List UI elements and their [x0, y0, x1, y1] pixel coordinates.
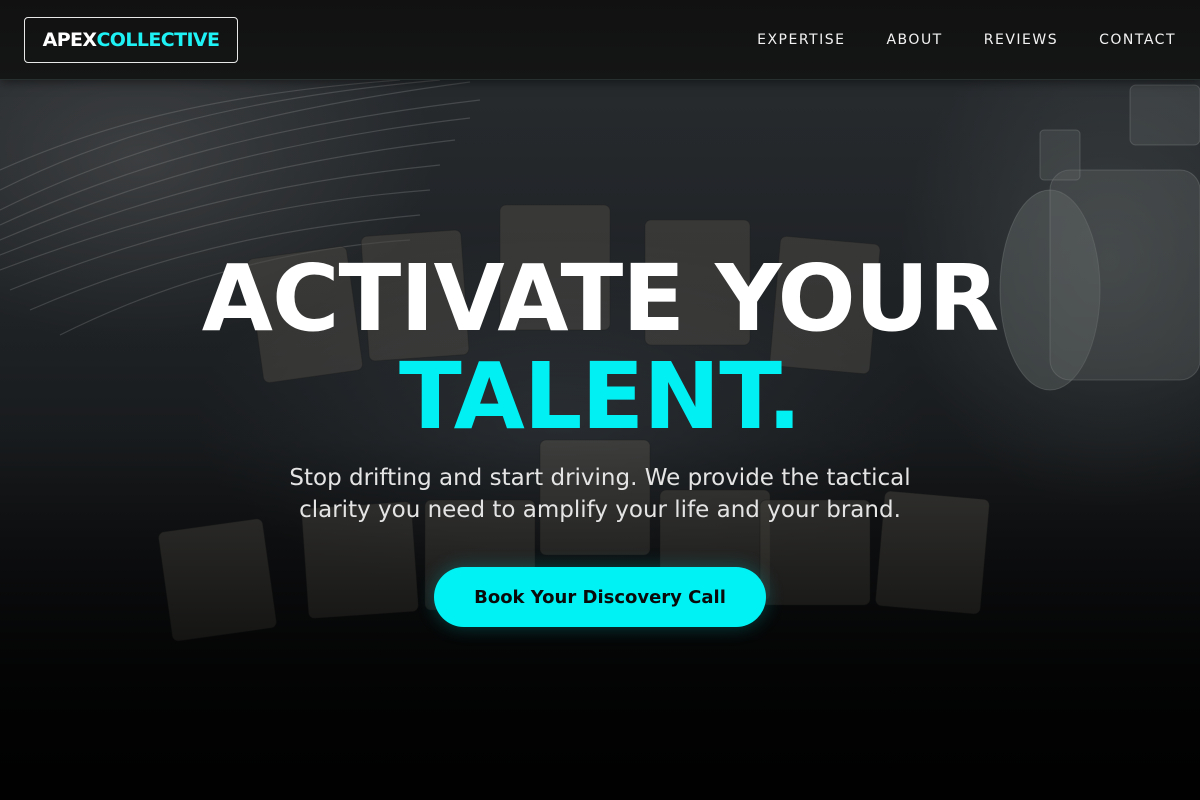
brand-logo[interactable]: APEX COLLECTIVE: [24, 17, 238, 63]
nav-link-reviews[interactable]: REVIEWS: [984, 32, 1058, 48]
brand-name-part1: APEX: [42, 29, 97, 51]
brand-name-part2: COLLECTIVE: [96, 29, 220, 51]
hero-section: ACTIVATE YOUR TALENT. Stop drifting and …: [0, 80, 1200, 800]
nav-link-contact[interactable]: CONTACT: [1099, 32, 1176, 48]
hero-headline: ACTIVATE YOUR TALENT.: [0, 250, 1200, 446]
nav-link-expertise[interactable]: EXPERTISE: [757, 32, 845, 48]
book-discovery-call-button[interactable]: Book Your Discovery Call: [434, 567, 766, 627]
hero-headline-line2: TALENT.: [398, 343, 802, 450]
hero-headline-line1: ACTIVATE YOUR: [201, 245, 999, 352]
main-nav: EXPERTISE ABOUT REVIEWS CONTACT: [757, 0, 1176, 80]
site-header: APEX COLLECTIVE EXPERTISE ABOUT REVIEWS C…: [0, 0, 1200, 80]
nav-link-about[interactable]: ABOUT: [886, 32, 942, 48]
hero-subtext: Stop drifting and start driving. We prov…: [289, 465, 911, 523]
